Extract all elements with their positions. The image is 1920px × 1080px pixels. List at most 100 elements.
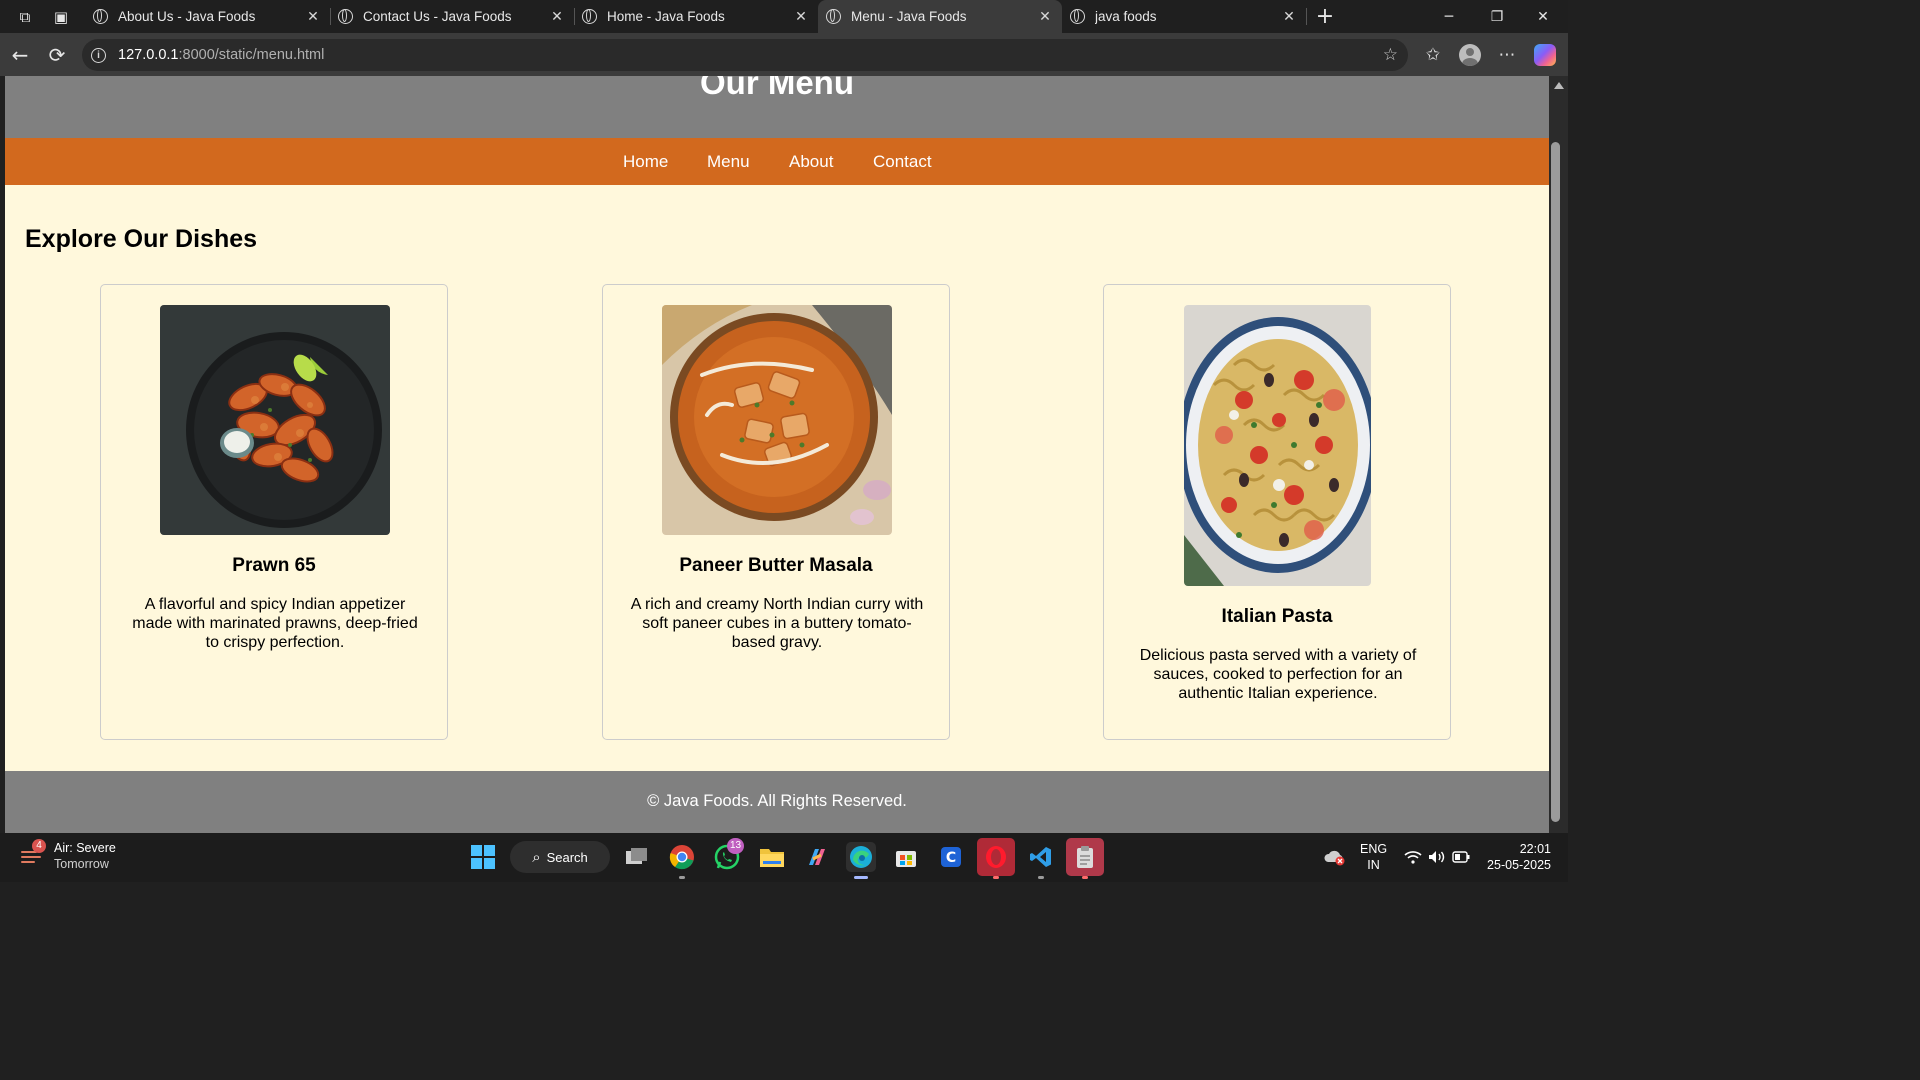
browser-tab-bar: ⧉ ▣ About Us - Java Foods ✕ Contact Us -… bbox=[0, 0, 1568, 33]
site-info-icon[interactable]: i bbox=[91, 47, 106, 63]
notification-badge: 4 bbox=[32, 839, 46, 853]
page-footer: © Java Foods. All Rights Reserved. bbox=[5, 771, 1549, 833]
dish-name: Prawn 65 bbox=[232, 555, 316, 576]
profile-icon[interactable] bbox=[1459, 44, 1481, 66]
svg-text:C: C bbox=[946, 850, 956, 866]
new-tab-button[interactable]: + bbox=[1313, 0, 1337, 33]
nav-about-link[interactable]: About bbox=[789, 138, 833, 185]
search-icon: ⌕ bbox=[532, 848, 541, 866]
dish-image-prawn-65 bbox=[160, 305, 390, 535]
copilot-app-icon[interactable] bbox=[802, 842, 832, 872]
running-indicator bbox=[679, 876, 685, 879]
tab-contact[interactable]: Contact Us - Java Foods ✕ bbox=[330, 0, 574, 33]
scroll-up-icon[interactable] bbox=[1554, 82, 1564, 89]
dish-card-paneer-butter-masala: Paneer Butter Masala A rich and creamy N… bbox=[602, 284, 950, 740]
section-title: Explore Our Dishes bbox=[25, 225, 258, 253]
close-icon[interactable]: ✕ bbox=[1034, 9, 1056, 25]
workspaces-icon[interactable]: ⧉ bbox=[7, 0, 43, 33]
clock-date: 25-05-2025 bbox=[1487, 858, 1551, 872]
dish-description: A flavorful and spicy Indian appetizer m… bbox=[132, 596, 418, 651]
weather-subtitle: Tomorrow bbox=[54, 857, 109, 871]
page-header: Our Menu bbox=[5, 76, 1549, 138]
close-icon[interactable]: ✕ bbox=[302, 9, 324, 25]
browser-toolbar: ← ⟳ i 127.0.0.1:8000/static/menu.html ☆ … bbox=[0, 33, 1568, 76]
globe-icon bbox=[93, 9, 108, 24]
web-page: Our Menu Home Menu About Contact Explore… bbox=[5, 76, 1549, 833]
air-quality-icon: 4 bbox=[20, 839, 46, 870]
task-view-icon[interactable] bbox=[622, 842, 652, 872]
url-text: 127.0.0.1:8000/static/menu.html bbox=[118, 47, 324, 63]
tab-about[interactable]: About Us - Java Foods ✕ bbox=[85, 0, 330, 33]
back-icon[interactable]: ← bbox=[9, 43, 31, 67]
running-indicator bbox=[1038, 876, 1044, 879]
clipboard-app-icon[interactable] bbox=[1066, 838, 1104, 876]
tab-divider bbox=[1306, 8, 1307, 25]
scrollbar-thumb[interactable] bbox=[1551, 142, 1560, 822]
tab-title: java foods bbox=[1095, 9, 1157, 24]
weather-status: Air: Severe bbox=[54, 841, 116, 855]
more-icon[interactable]: ⋯ bbox=[1495, 43, 1519, 67]
tab-actions-icon[interactable]: ▣ bbox=[43, 0, 79, 33]
nav-menu-link[interactable]: Menu bbox=[707, 138, 750, 185]
dish-card-prawn-65: Prawn 65 A flavorful and spicy Indian ap… bbox=[100, 284, 448, 740]
globe-icon bbox=[338, 9, 353, 24]
tab-home[interactable]: Home - Java Foods ✕ bbox=[574, 0, 818, 33]
close-icon[interactable]: ✕ bbox=[1278, 9, 1300, 25]
file-explorer-icon[interactable] bbox=[757, 842, 787, 872]
whatsapp-badge: 13 bbox=[727, 838, 744, 854]
battery-icon[interactable] bbox=[1446, 842, 1476, 872]
running-indicator bbox=[1082, 876, 1088, 879]
minimize-button[interactable]: ─ bbox=[1426, 0, 1472, 33]
page-scrollbar[interactable] bbox=[1549, 76, 1568, 833]
edge-icon[interactable] bbox=[846, 842, 876, 872]
nav-contact-link[interactable]: Contact bbox=[873, 138, 932, 185]
url-host: 127.0.0.1 bbox=[118, 47, 179, 63]
onedrive-error-icon[interactable] bbox=[1320, 842, 1350, 872]
tab-java-foods[interactable]: java foods ✕ bbox=[1062, 0, 1306, 33]
tab-menu[interactable]: Menu - Java Foods ✕ bbox=[818, 0, 1062, 33]
address-bar[interactable]: i 127.0.0.1:8000/static/menu.html ☆ bbox=[82, 39, 1408, 71]
taskbar-search[interactable]: ⌕ Search bbox=[510, 841, 610, 873]
region-code: IN bbox=[1367, 858, 1380, 872]
dish-description: A rich and creamy North Indian curry wit… bbox=[630, 596, 924, 651]
main-nav: Home Menu About Contact bbox=[5, 138, 1549, 185]
close-icon[interactable]: ✕ bbox=[790, 9, 812, 25]
taskbar: 4 Air: Severe Tomorrow ⌕ Search 13 C ENG… bbox=[0, 833, 1568, 882]
chrome-icon[interactable] bbox=[667, 842, 697, 872]
footer-text: © Java Foods. All Rights Reserved. bbox=[647, 792, 907, 810]
vscode-icon[interactable] bbox=[1026, 842, 1056, 872]
tab-title: Contact Us - Java Foods bbox=[363, 9, 512, 24]
whatsapp-icon[interactable]: 13 bbox=[712, 838, 744, 872]
nav-home-link[interactable]: Home bbox=[623, 138, 668, 185]
dish-card-italian-pasta: Italian Pasta Delicious pasta served wit… bbox=[1103, 284, 1451, 740]
tab-title: Home - Java Foods bbox=[607, 9, 725, 24]
dish-image-italian-pasta bbox=[1184, 305, 1371, 586]
dish-description: Delicious pasta served with a variety of… bbox=[1139, 647, 1417, 702]
url-path: :8000/static/menu.html bbox=[178, 47, 325, 63]
dish-image-paneer-butter-masala bbox=[662, 305, 892, 535]
dish-name: Italian Pasta bbox=[1221, 606, 1333, 627]
c-app-icon[interactable]: C bbox=[936, 842, 966, 872]
running-indicator bbox=[993, 876, 999, 879]
globe-icon bbox=[826, 9, 841, 24]
globe-icon bbox=[1070, 9, 1085, 24]
weather-widget[interactable]: 4 Air: Severe Tomorrow bbox=[20, 839, 116, 872]
search-label: Search bbox=[546, 849, 588, 865]
start-windows-icon[interactable] bbox=[468, 842, 498, 872]
copilot-icon[interactable] bbox=[1534, 44, 1556, 66]
globe-icon bbox=[582, 9, 597, 24]
favorite-star-icon[interactable]: ☆ bbox=[1383, 45, 1398, 65]
opera-icon[interactable] bbox=[977, 838, 1015, 876]
window-close-button[interactable]: ✕ bbox=[1520, 0, 1566, 33]
close-icon[interactable]: ✕ bbox=[546, 9, 568, 25]
dish-name: Paneer Butter Masala bbox=[679, 555, 873, 576]
system-clock[interactable]: 22:01 25-05-2025 bbox=[1483, 841, 1551, 873]
running-indicator bbox=[854, 876, 868, 879]
language-indicator[interactable]: ENG IN bbox=[1360, 841, 1387, 873]
store-icon[interactable] bbox=[891, 842, 921, 872]
clock-time: 22:01 bbox=[1519, 842, 1551, 856]
favorites-icon[interactable]: ✩ bbox=[1421, 43, 1445, 67]
refresh-icon[interactable]: ⟳ bbox=[46, 43, 68, 67]
page-title: Our Menu bbox=[700, 76, 854, 101]
maximize-button[interactable]: ❐ bbox=[1474, 0, 1520, 33]
